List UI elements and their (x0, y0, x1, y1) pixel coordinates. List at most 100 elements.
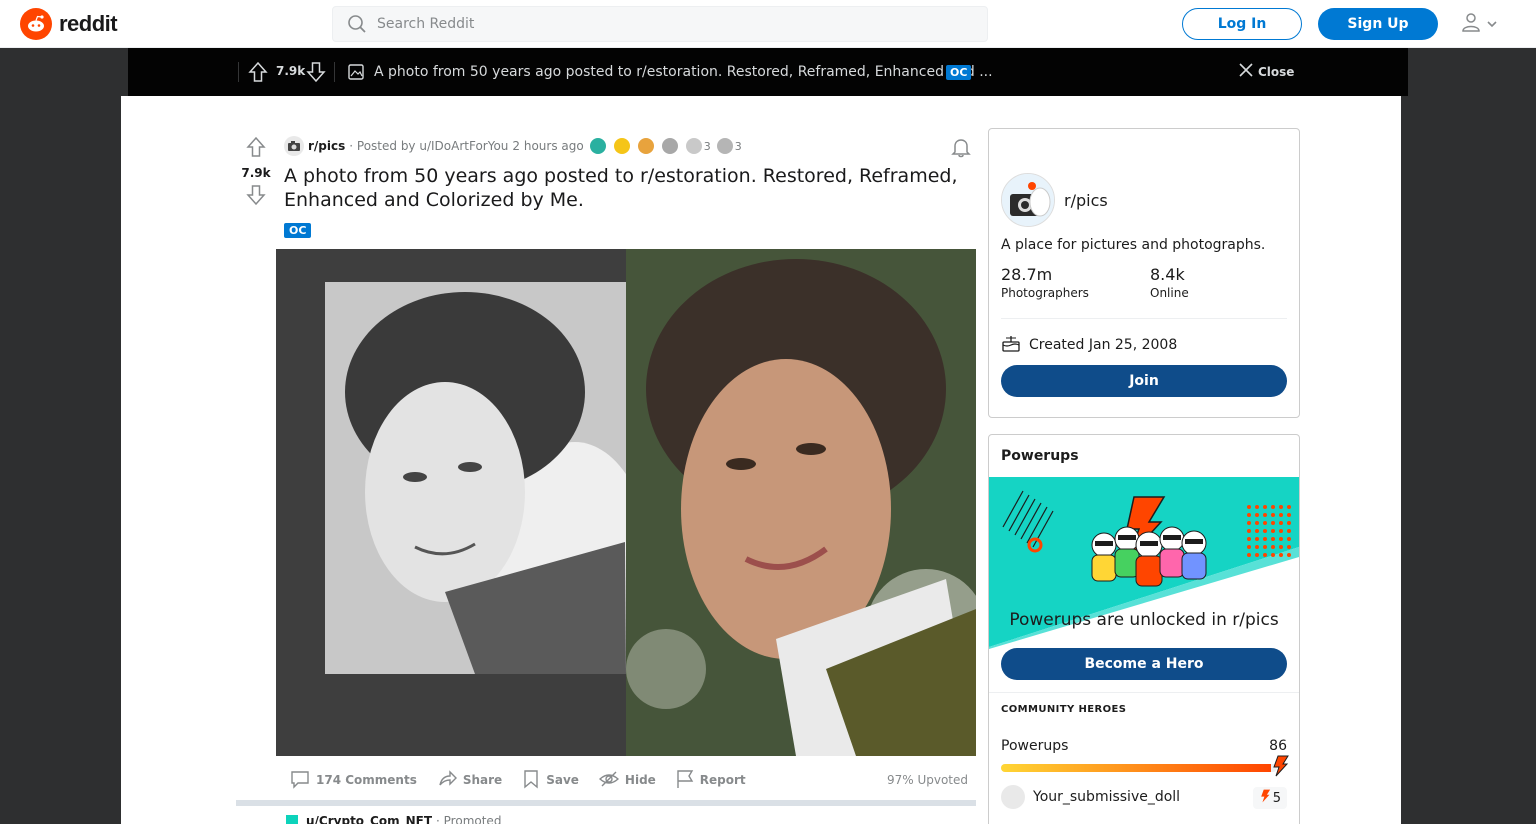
reddit-logo[interactable]: reddit (20, 8, 118, 40)
user-dropdown[interactable] (1456, 10, 1502, 38)
join-button[interactable]: Join (1001, 365, 1287, 397)
hide-button[interactable]: Hide (593, 765, 662, 796)
top-header: reddit Log In Sign Up (0, 0, 1536, 48)
report-label: Report (699, 773, 746, 787)
hide-icon (598, 769, 619, 792)
powerups-label: Powerups (1001, 738, 1069, 754)
members-stat: 28.7m Photographers (1001, 265, 1089, 300)
save-icon (522, 769, 540, 792)
powerups-count: 86 (1269, 738, 1287, 754)
cake-icon (1001, 333, 1021, 357)
flair-oc[interactable]: OC (284, 223, 312, 238)
comments-button[interactable]: 174 Comments (284, 765, 423, 796)
award-with-count[interactable]: 3 (716, 138, 742, 154)
post-title[interactable]: A photo from 50 years ago posted to r/es… (284, 164, 964, 212)
close-icon (1238, 62, 1254, 81)
created-date: Created Jan 25, 2008 (1001, 333, 1177, 357)
community-heroes-header: COMMUNITY HEROES (1001, 704, 1127, 715)
hero-username: Your_submissive_doll (1033, 789, 1181, 805)
online-count: 8.4k (1150, 265, 1185, 284)
post-time: 2 hours ago (512, 139, 584, 153)
avatar (1001, 785, 1025, 809)
upvote-icon[interactable] (246, 136, 266, 162)
feed-divider (236, 800, 976, 806)
upvote-ratio: 97% Upvoted (886, 773, 968, 787)
award-silver[interactable] (661, 138, 680, 154)
overlay-score: 7.9k (276, 64, 306, 78)
powerups-progress-bar (1001, 764, 1277, 772)
user-icon (1460, 11, 1482, 37)
post-score: 7.9k (241, 166, 271, 180)
powerups-card: Powerups Powerups are unlocked in r/pics… (988, 434, 1300, 824)
online-stat: 8.4k Online (1150, 265, 1189, 300)
posted-by[interactable]: · Posted by u/IDoArtForYou (349, 139, 508, 153)
downvote-icon[interactable] (306, 61, 326, 87)
award-with-count[interactable]: 3 (685, 138, 711, 154)
report-button[interactable]: Report (670, 765, 752, 796)
post-image[interactable] (276, 249, 976, 756)
award-icon (589, 138, 606, 154)
search-input[interactable] (377, 16, 937, 32)
bell-icon[interactable] (950, 136, 972, 162)
promoted-user[interactable]: u/Crypto_Com_NFT (306, 814, 432, 824)
upvote-icon[interactable] (248, 61, 268, 87)
community-card: r/pics A place for pictures and photogra… (988, 128, 1300, 418)
award-gold[interactable] (613, 138, 632, 154)
award-wholesome[interactable] (637, 138, 656, 154)
hero-mascots (1091, 526, 1207, 587)
overlay-flair-oc: OC (946, 65, 972, 80)
close-label: Close (1258, 64, 1295, 79)
overlay-post-title[interactable]: A photo from 50 years ago posted to r/es… (374, 64, 993, 80)
powerups-divider (989, 692, 1299, 693)
award-helpful[interactable] (589, 138, 608, 154)
hero-powerup-count: 5 (1272, 790, 1281, 806)
vote-column: 7.9k (236, 136, 276, 210)
promoted-label: · Promoted (436, 814, 502, 824)
signup-button[interactable]: Sign Up (1318, 8, 1438, 40)
search-bar[interactable] (332, 6, 988, 42)
reddit-wordmark: reddit (59, 11, 118, 36)
community-name[interactable]: r/pics (1064, 191, 1108, 210)
report-icon (676, 769, 694, 792)
save-button[interactable]: Save (516, 765, 585, 796)
reddit-logo-icon (20, 8, 52, 40)
powerups-header: Powerups (1001, 448, 1079, 464)
community-avatar[interactable] (1001, 173, 1055, 227)
close-button[interactable]: Close (1238, 62, 1294, 81)
restored-color-photo (626, 249, 976, 756)
share-button[interactable]: Share (431, 765, 508, 796)
lightning-icon (1259, 789, 1271, 807)
post-actions: 174 Comments Share Save Hide Report 97% … (284, 766, 968, 794)
divider (334, 62, 335, 82)
original-bw-photo (325, 282, 626, 674)
award-icon (685, 138, 702, 154)
powerups-progress-fill (1001, 764, 1272, 772)
post-meta: r/pics · Posted by u/IDoArtForYou 2 hour… (284, 136, 742, 156)
members-label: Photographers (1001, 286, 1089, 300)
divider (238, 62, 239, 82)
image-icon (348, 64, 364, 84)
award-icon (613, 138, 630, 154)
subreddit-icon[interactable] (284, 136, 304, 156)
search-icon (337, 14, 377, 34)
subreddit-link[interactable]: r/pics (308, 139, 345, 153)
about-divider (1001, 318, 1287, 319)
save-label: Save (546, 773, 579, 787)
award-icon (661, 138, 678, 154)
become-hero-button[interactable]: Become a Hero (1001, 648, 1287, 680)
created-label: Created Jan 25, 2008 (1029, 337, 1178, 353)
login-button[interactable]: Log In (1182, 8, 1302, 40)
comments-label: 174 Comments (316, 773, 417, 787)
award-count: 3 (703, 139, 711, 153)
online-label: Online (1150, 286, 1189, 300)
award-icon (637, 138, 654, 154)
hero-powerup-badge: 5 (1252, 787, 1287, 809)
share-icon (437, 769, 457, 792)
downvote-icon[interactable] (246, 184, 266, 210)
top-hero-user[interactable]: Your_submissive_doll (1001, 785, 1180, 809)
share-label: Share (462, 773, 503, 787)
chevron-down-icon (1486, 15, 1498, 34)
promoted-post-meta: u/Crypto_Com_NFT · Promoted (286, 814, 501, 824)
members-count: 28.7m (1001, 265, 1053, 284)
community-description: A place for pictures and photographs. (1001, 237, 1266, 253)
